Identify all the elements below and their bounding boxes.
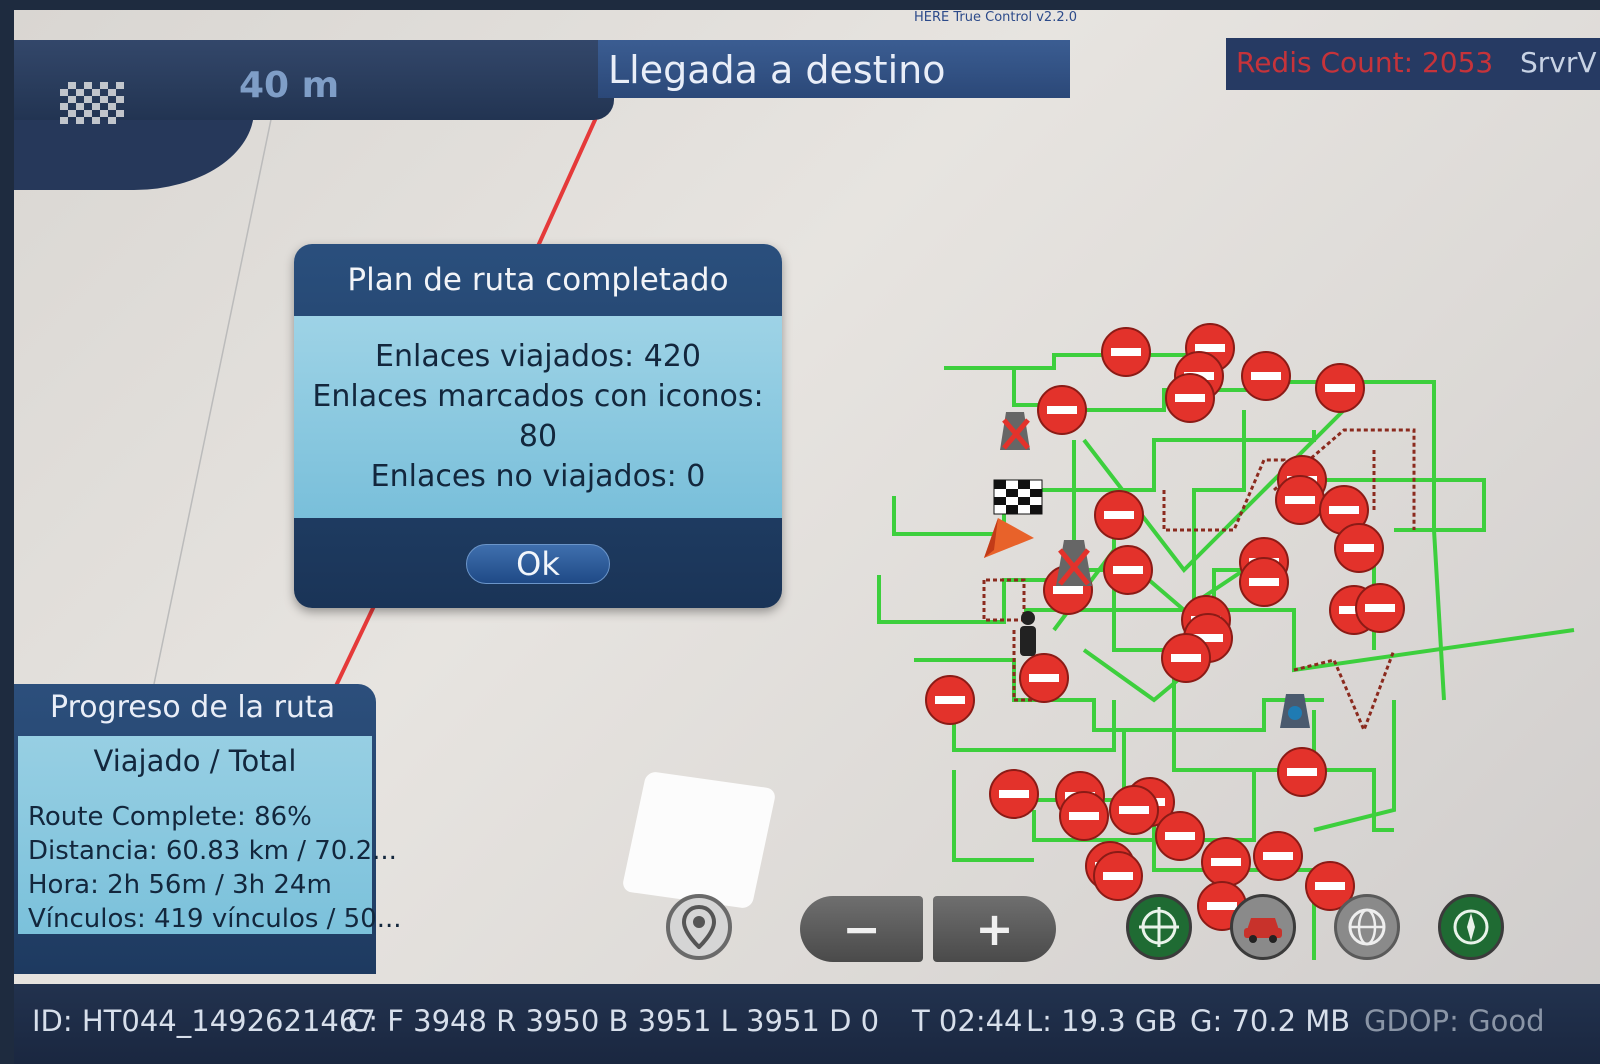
compass-button[interactable] xyxy=(1438,894,1504,960)
no-turn-cone-icon xyxy=(1000,412,1030,450)
screen-glare xyxy=(621,770,777,910)
links-not-traveled: Enlaces no viajados: 0 xyxy=(370,459,706,494)
local-storage: L: 19.3 GB xyxy=(1026,1004,1178,1038)
elapsed-time: T 02:44 xyxy=(912,1004,1023,1038)
distance-progress: Distancia: 60.83 km / 70.2... xyxy=(28,836,397,866)
compass-icon xyxy=(1453,909,1489,945)
no-entry-icon xyxy=(1101,327,1151,377)
redis-count: Redis Count: 2053 xyxy=(1236,46,1494,79)
no-entry-icon xyxy=(1037,385,1087,435)
zoom-in-button[interactable]: + xyxy=(933,896,1056,962)
no-entry-icon xyxy=(1103,545,1153,595)
time-progress: Hora: 2h 56m / 3h 24m xyxy=(28,870,332,900)
no-entry-icon xyxy=(1253,831,1303,881)
progress-subheading: Viajado / Total xyxy=(93,744,297,778)
center-map-button[interactable] xyxy=(1126,894,1192,960)
route-complete-dialog: Plan de ruta completado Enlaces viajados… xyxy=(294,244,782,608)
device-id: ID: HT044_1492621467 xyxy=(32,1004,376,1038)
route-line xyxy=(532,99,606,256)
server-status: SrvrV xyxy=(1520,46,1597,79)
no-entry-icon xyxy=(1355,583,1405,633)
no-entry-icon xyxy=(989,769,1039,819)
destination-label: Llegada a destino xyxy=(608,48,946,92)
gps-data-size: G: 70.2 MB xyxy=(1190,1004,1351,1038)
road-line xyxy=(153,104,275,685)
route-line xyxy=(332,605,376,691)
no-entry-icon xyxy=(1161,633,1211,683)
no-entry-icon xyxy=(1093,851,1143,901)
distance-to-maneuver: 40 m xyxy=(239,65,340,106)
gdop-status: GDOP: Good xyxy=(1364,1004,1545,1038)
ok-button[interactable]: Ok xyxy=(466,544,610,584)
dialog-title: Plan de ruta completado xyxy=(347,262,729,298)
no-entry-icon xyxy=(1334,523,1384,573)
links-marked-value: 80 xyxy=(518,419,558,454)
no-entry-icon xyxy=(1241,351,1291,401)
no-entry-icon xyxy=(925,675,975,725)
no-entry-icon xyxy=(1094,490,1144,540)
car-icon xyxy=(1244,918,1282,943)
no-entry-icon xyxy=(1315,363,1365,413)
checkered-flag-icon xyxy=(993,479,1043,515)
no-entry-icon xyxy=(1201,837,1251,887)
no-entry-icon xyxy=(1165,373,1215,423)
no-entry-icon xyxy=(1019,653,1069,703)
globe-icon xyxy=(1348,908,1386,946)
route-complete-percent: Route Complete: 86% xyxy=(28,802,312,832)
pedestrian-icon xyxy=(1020,611,1036,656)
zoom-controls: − + xyxy=(800,896,1056,962)
zoom-out-button[interactable]: − xyxy=(800,896,923,962)
location-pin-icon xyxy=(682,905,716,949)
no-turn-cone-icon xyxy=(1056,540,1092,586)
dialog-body: Enlaces viajados: 420 Enlaces marcados c… xyxy=(294,316,782,518)
globe-view-button[interactable] xyxy=(1334,894,1400,960)
links-traveled: Enlaces viajados: 420 xyxy=(375,339,701,374)
route-progress-panel: Progreso de la ruta Viajado / Total Rout… xyxy=(14,684,402,974)
crosshair-icon xyxy=(1139,907,1179,947)
vehicle-follow-button[interactable] xyxy=(1230,894,1296,960)
progress-body: Viajado / Total Route Complete: 86% Dist… xyxy=(18,736,402,934)
no-entry-icon xyxy=(1275,475,1325,525)
checkered-flag-icon xyxy=(60,82,124,124)
navigation-screen: HERE True Control v2.2.0 40 m Llegada a … xyxy=(14,10,1600,1064)
links-progress: Vínculos: 419 vínculos / 50... xyxy=(28,904,402,934)
vehicle-position-arrow-icon xyxy=(984,518,1034,558)
no-entry-icon xyxy=(1059,791,1109,841)
progress-title: Progreso de la ruta xyxy=(50,690,336,725)
no-entry-markers xyxy=(925,323,1405,931)
links-marked-label: Enlaces marcados con iconos: xyxy=(312,379,764,414)
status-bar: ID: HT044_1492621467 C: F 3948 R 3950 B … xyxy=(14,984,1600,1064)
no-entry-icon xyxy=(1155,811,1205,861)
no-entry-icon xyxy=(1109,785,1159,835)
no-entry-icon xyxy=(1277,747,1327,797)
counter-values: C: F 3948 R 3950 B 3951 L 3951 D 0 xyxy=(348,1004,880,1038)
no-entry-icon xyxy=(1239,557,1289,607)
location-pin-button[interactable] xyxy=(666,894,732,960)
